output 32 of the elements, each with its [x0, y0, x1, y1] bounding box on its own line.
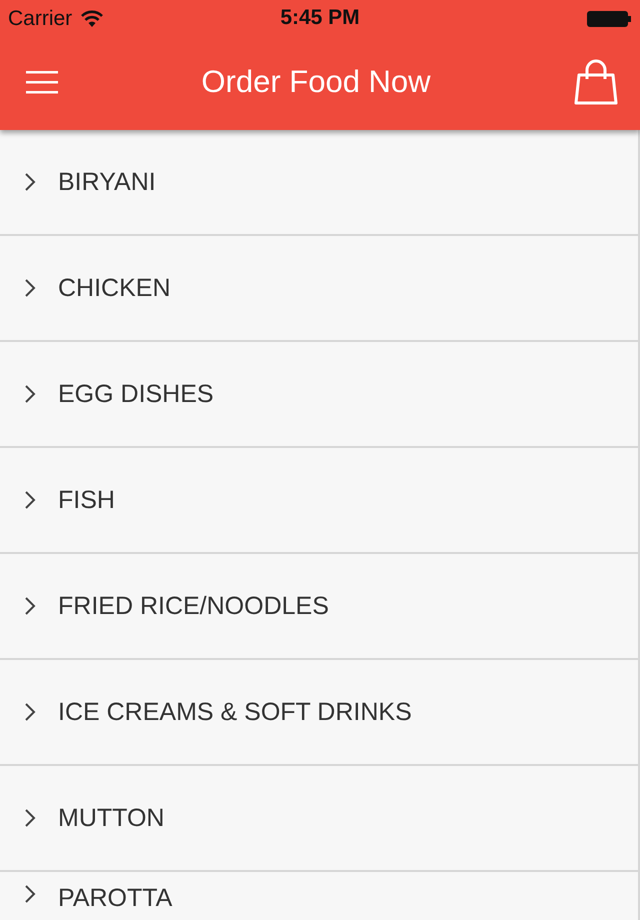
category-row[interactable]: EGG DISHES: [0, 342, 640, 448]
chevron-right-icon: [24, 808, 36, 828]
chevron-right-icon: [24, 172, 36, 192]
battery-icon: [586, 10, 632, 28]
category-row[interactable]: ICE CREAMS & SOFT DRINKS: [0, 660, 640, 766]
chevron-right-icon: [24, 884, 36, 904]
category-label: BIRYANI: [58, 168, 156, 196]
category-row[interactable]: FRIED RICE/NOODLES: [0, 554, 640, 660]
chevron-right-icon: [24, 596, 36, 616]
category-label: FISH: [58, 486, 115, 514]
category-label: ICE CREAMS & SOFT DRINKS: [58, 698, 412, 726]
category-row[interactable]: PAROTTA: [0, 872, 640, 920]
menu-icon: [26, 70, 58, 94]
wifi-icon: [80, 10, 104, 28]
category-label: CHICKEN: [58, 274, 171, 302]
category-label: PAROTTA: [58, 884, 172, 913]
category-label: MUTTON: [58, 804, 164, 832]
category-label: EGG DISHES: [58, 380, 214, 408]
chevron-right-icon: [24, 384, 36, 404]
category-row[interactable]: BIRYANI: [0, 130, 640, 236]
shopping-bag-icon[interactable]: [574, 59, 618, 105]
chevron-right-icon: [24, 702, 36, 722]
carrier-label: Carrier: [8, 7, 72, 31]
category-row[interactable]: MUTTON: [0, 766, 640, 872]
status-time: 5:45 PM: [280, 6, 360, 30]
chevron-right-icon: [24, 278, 36, 298]
category-label: FRIED RICE/NOODLES: [58, 592, 329, 620]
category-row[interactable]: CHICKEN: [0, 236, 640, 342]
chevron-right-icon: [24, 490, 36, 510]
category-row[interactable]: FISH: [0, 448, 640, 554]
menu-button[interactable]: [26, 70, 58, 94]
app-title: Order Food Now: [201, 64, 431, 100]
